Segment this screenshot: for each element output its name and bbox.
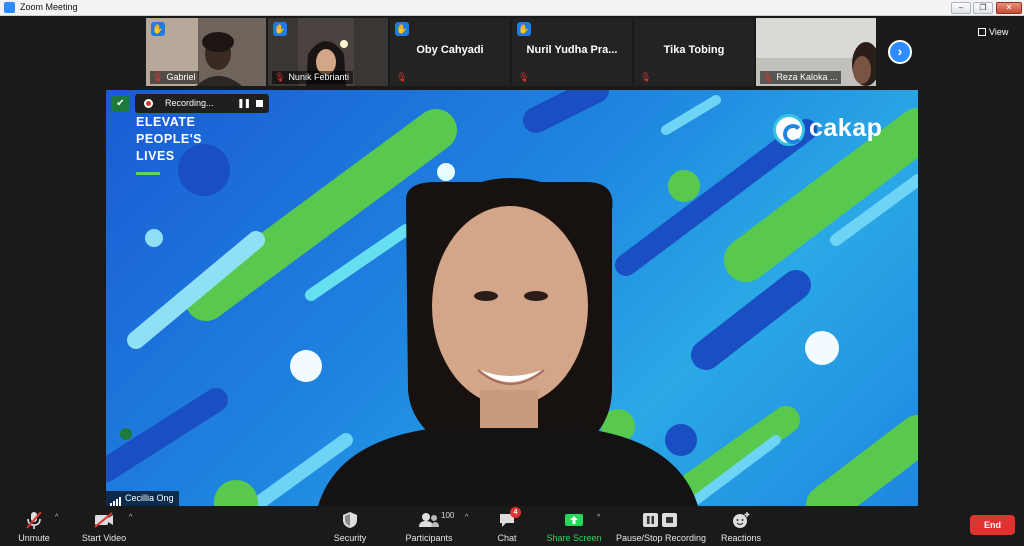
participant-caption: 🎙 Gabriel [150, 71, 200, 84]
encryption-shield-icon[interactable]: ✔ [112, 95, 129, 112]
view-button[interactable]: View [978, 27, 1008, 37]
gallery-strip: ✋ 🎙 Gabriel ✋ 🎙 Nunik Febrianti ✋ Oby Cahy… [0, 16, 1024, 88]
mic-muted-icon: 🎙 [518, 72, 530, 82]
speaker-name-label: Cecillia Ong [106, 491, 179, 506]
tagline-underline [136, 172, 160, 175]
signal-strength-icon [110, 491, 122, 506]
participant-tile[interactable]: 🎙 Reza Kaloka ... [756, 18, 876, 86]
start-video-button[interactable]: Start Video [78, 509, 130, 543]
active-speaker-video: ✔ Recording... ❚❚ ELEVATE PEOPLE'S LIVES… [106, 90, 918, 506]
participant-caption: 🎙 Reza Kaloka ... [760, 71, 842, 84]
participant-tile[interactable]: Tika Tobing 🎙 [634, 18, 754, 86]
smiley-plus-icon [720, 509, 762, 531]
participant-caption: 🎙 [516, 71, 536, 84]
chat-unread-badge: 4 [510, 507, 521, 518]
restore-button[interactable]: ❐ [973, 2, 993, 14]
participant-caption: 🎙 Nunik Febrianti [272, 71, 353, 84]
mic-muted-icon: 🎙 [640, 72, 652, 82]
participant-name: Tika Tobing [663, 44, 725, 56]
participants-options-caret[interactable]: ^ [465, 514, 468, 521]
audio-options-caret[interactable]: ^ [55, 514, 58, 521]
next-page-button[interactable]: › [888, 40, 912, 64]
host-badge-icon: ✋ [151, 22, 165, 36]
participant-name: Oby Cahyadi [416, 44, 484, 56]
speaker-figure [318, 178, 698, 506]
mic-muted-icon: 🎙 [396, 72, 408, 82]
participant-tile[interactable]: ✋ Oby Cahyadi 🎙 [390, 18, 510, 86]
title-bar: Zoom Meeting – ❐ ✕ [0, 0, 1024, 16]
share-screen-icon [546, 509, 602, 531]
host-badge-icon: ✋ [273, 22, 287, 36]
pause-recording-icon[interactable]: ❚❚ [237, 98, 251, 109]
reactions-button[interactable]: Reactions [720, 509, 762, 543]
participant-count: 100 [441, 511, 455, 520]
participant-name: Nuril Yudha Pra... [526, 44, 618, 56]
zoom-app-icon [4, 2, 15, 13]
background-tagline: ELEVATE PEOPLE'S LIVES [136, 115, 203, 163]
share-screen-button[interactable]: Share Screen [546, 509, 602, 543]
cakap-logo-mark [773, 114, 805, 146]
unmute-button[interactable]: Unmute [14, 509, 54, 543]
participant-caption: 🎙 [394, 71, 414, 84]
microphone-muted-icon [14, 509, 54, 531]
share-options-caret[interactable]: ^ [597, 514, 600, 521]
participant-tile[interactable]: ✋ Nuril Yudha Pra... 🎙 [512, 18, 632, 86]
end-meeting-button[interactable]: End [970, 515, 1015, 535]
video-off-icon [78, 509, 130, 531]
minimize-button[interactable]: – [951, 2, 971, 14]
mic-muted-icon: 🎙 [274, 72, 286, 82]
recording-indicator: Recording... ❚❚ [135, 94, 269, 113]
mic-muted-icon: 🎙 [152, 72, 164, 82]
pause-stop-icon [616, 509, 706, 531]
close-button[interactable]: ✕ [996, 2, 1022, 14]
recording-label: Recording... [165, 98, 214, 108]
pause-stop-recording-button[interactable]: Pause/Stop Recording [616, 509, 706, 543]
recording-dot-icon [144, 99, 153, 108]
host-badge-icon: ✋ [395, 22, 409, 36]
mic-muted-icon: 🎙 [762, 72, 774, 82]
stop-recording-icon[interactable] [256, 100, 263, 107]
virtual-background [106, 90, 918, 506]
participant-tile[interactable]: ✋ 🎙 Nunik Febrianti [268, 18, 388, 86]
shield-icon [330, 509, 370, 531]
window-title: Zoom Meeting [20, 2, 78, 12]
participant-caption: 🎙 [638, 71, 658, 84]
security-button[interactable]: Security [330, 509, 370, 543]
participant-tile[interactable]: ✋ 🎙 Gabriel [146, 18, 266, 86]
video-options-caret[interactable]: ^ [129, 514, 132, 521]
host-badge-icon: ✋ [517, 22, 531, 36]
grid-icon [978, 28, 986, 36]
